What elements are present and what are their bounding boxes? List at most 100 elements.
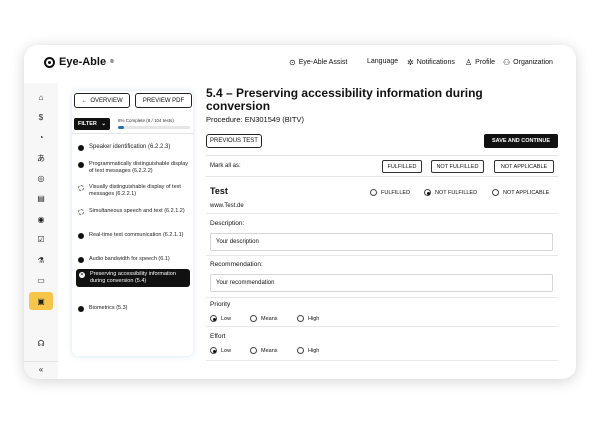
priority-high[interactable]: High xyxy=(297,315,319,322)
mark-all-not-fulfilled-button[interactable]: NOT FULFILLED xyxy=(431,160,484,173)
mark-all-not-applicable-button[interactable]: NOT APPLICABLE xyxy=(494,160,554,173)
progress-bar xyxy=(118,126,190,129)
nav-assist-label: Eye-Able Assist xyxy=(298,59,348,66)
recommendation-value: Your recommendation xyxy=(216,280,275,286)
radio-icon xyxy=(370,189,377,196)
status-pending-icon xyxy=(78,208,84,215)
test-item-visual-text[interactable]: Visually distinguishable display of text… xyxy=(78,184,190,198)
radio-selected-icon xyxy=(210,315,217,322)
procedure-text: Procedure: EN301549 (BITV) xyxy=(206,115,304,124)
test-item-speaker-identification[interactable]: Speaker identification (6.2.2.3) xyxy=(78,144,190,151)
overview-button-label: OVERVIEW xyxy=(90,97,123,104)
clipboard-icon[interactable]: ▤ xyxy=(34,191,48,205)
radio-icon xyxy=(297,315,304,322)
section-divider xyxy=(206,255,558,256)
filter-label: FILTER xyxy=(78,121,97,127)
nav-assist[interactable]: ⊙ Eye-Able Assist xyxy=(289,58,347,67)
list-divider xyxy=(72,133,193,134)
page-title: 5.4 – Preserving accessibility informati… xyxy=(206,86,483,113)
test-url: www.Test.de xyxy=(210,203,244,209)
nav-notifications-label: Notifications xyxy=(416,59,455,66)
priority-means[interactable]: Means xyxy=(250,315,278,322)
status-filled-icon xyxy=(78,305,84,312)
translate-icon[interactable]: あ xyxy=(34,151,48,165)
progress-text: 8% Complete (8 / 104 tests) xyxy=(118,118,174,123)
file-icon[interactable]: ▭ xyxy=(34,273,48,287)
nav-language[interactable]: Language xyxy=(367,58,398,65)
home-icon[interactable]: ⌂ xyxy=(34,90,48,104)
test-title: Test xyxy=(210,186,228,196)
pie-chart-icon[interactable]: ◔ xyxy=(34,130,48,144)
save-continue-button[interactable]: SAVE AND CONTINUE xyxy=(484,134,558,148)
brand-mark: ® xyxy=(110,59,114,65)
nav-organization-label: Organization xyxy=(513,59,553,66)
radio-icon xyxy=(297,347,304,354)
test-list-panel: ← OVERVIEW PREVIEW PDF FILTER ⌄ 8% Compl… xyxy=(72,91,193,356)
radio-selected-icon xyxy=(424,189,431,196)
test-item-real-time-text[interactable]: Real-time text communication (6.2.1.1) xyxy=(78,232,190,239)
test-item-simultaneous-speech[interactable]: Simultaneous speech and text (6.2.1.2) xyxy=(78,208,190,215)
target-icon[interactable]: ◉ xyxy=(34,212,48,226)
priority-high-label: High xyxy=(308,315,320,322)
mark-all-fulfilled-button[interactable]: FULFILLED xyxy=(382,160,422,173)
effort-low-label: Low xyxy=(221,347,232,354)
test-item-audio-bandwidth[interactable]: Audio bandwidth for speech (6.1) xyxy=(78,256,190,263)
test-option-label: FULFILLED xyxy=(381,189,411,196)
chevron-down-icon: ⌄ xyxy=(101,121,106,127)
status-failed-icon: ✕ xyxy=(79,271,85,278)
preview-pdf-button[interactable]: PREVIEW PDF xyxy=(135,93,192,108)
mark-all-not-applicable-label: NOT APPLICABLE xyxy=(500,163,548,170)
previous-test-label: PREVIOUS TEST xyxy=(210,138,258,144)
effort-label: Effort xyxy=(210,333,226,340)
description-input[interactable]: Your description xyxy=(210,233,553,251)
previous-test-button[interactable]: PREVIOUS TEST xyxy=(206,134,262,148)
nav-organization[interactable]: ⚇ Organization xyxy=(503,58,553,67)
radio-selected-icon xyxy=(210,347,217,354)
nav-profile[interactable]: ♙ Profile xyxy=(465,58,495,67)
section-divider xyxy=(206,360,558,361)
filter-dropdown[interactable]: FILTER ⌄ xyxy=(74,118,110,130)
description-value: Your description xyxy=(216,239,259,245)
status-filled-icon xyxy=(78,144,84,151)
headset-icon[interactable]: ☊ xyxy=(34,336,48,350)
clipboard-active-icon[interactable]: ▣ xyxy=(29,292,53,310)
effort-high[interactable]: High xyxy=(297,347,319,354)
test-item-preserving-accessibility[interactable]: ✕ Preserving accessibility information d… xyxy=(76,269,190,287)
brand-name: Eye-Able xyxy=(59,56,107,68)
collapse-icon[interactable]: « xyxy=(34,362,48,376)
preview-pdf-button-label: PREVIEW PDF xyxy=(142,97,185,104)
save-continue-label: SAVE AND CONTINUE xyxy=(491,138,551,144)
bell-icon: ✲ xyxy=(407,58,414,67)
dollar-icon[interactable]: $ xyxy=(34,110,48,124)
priority-low[interactable]: Low xyxy=(210,315,231,322)
priority-means-label: Means xyxy=(261,315,278,322)
mark-all-row: Mark all as: FULFILLED NOT FULFILLED NOT… xyxy=(206,155,558,177)
priority-label: Priority xyxy=(210,301,231,308)
brand-logo[interactable]: Eye-Able ® xyxy=(44,56,114,68)
test-option-not-applicable[interactable]: NOT APPLICABLE xyxy=(492,189,549,196)
test-option-fulfilled[interactable]: FULFILLED xyxy=(370,189,410,196)
nav-profile-label: Profile xyxy=(475,59,496,66)
test-option-not-fulfilled[interactable]: NOT FULFILLED xyxy=(424,189,477,196)
nav-notifications[interactable]: ✲ Notifications xyxy=(407,58,455,67)
effort-low[interactable]: Low xyxy=(210,347,231,354)
effort-means[interactable]: Means xyxy=(250,347,278,354)
test-item-programmatic-text[interactable]: Programmatically distinguishable display… xyxy=(78,161,190,175)
test-item-biometrics[interactable]: Biometrics (5.3) xyxy=(78,305,190,312)
fingerprint-icon[interactable]: ◎ xyxy=(34,171,48,185)
test-item-label: Visually distinguishable display of text… xyxy=(89,184,181,197)
status-filled-icon xyxy=(78,232,84,239)
icon-sidebar: ⌂ $ ◔ あ ◎ ▤ ◉ ☑ ⚗ ▭ ▣ ☊ « xyxy=(24,83,58,379)
mark-all-not-fulfilled-label: NOT FULFILLED xyxy=(436,163,479,170)
document-check-icon[interactable]: ☑ xyxy=(34,232,48,246)
radio-icon xyxy=(250,347,257,354)
recommendation-input[interactable]: Your recommendation xyxy=(210,274,553,292)
effort-means-label: Means xyxy=(261,347,278,354)
flask-icon[interactable]: ⚗ xyxy=(34,253,48,267)
priority-low-label: Low xyxy=(221,315,232,322)
test-item-label: Preserving accessibility information dur… xyxy=(90,271,176,284)
mark-all-label: Mark all as: xyxy=(210,163,241,169)
overview-button[interactable]: ← OVERVIEW xyxy=(74,93,130,108)
test-option-label: NOT FULFILLED xyxy=(435,189,478,196)
mark-all-fulfilled-label: FULFILLED xyxy=(387,163,417,170)
